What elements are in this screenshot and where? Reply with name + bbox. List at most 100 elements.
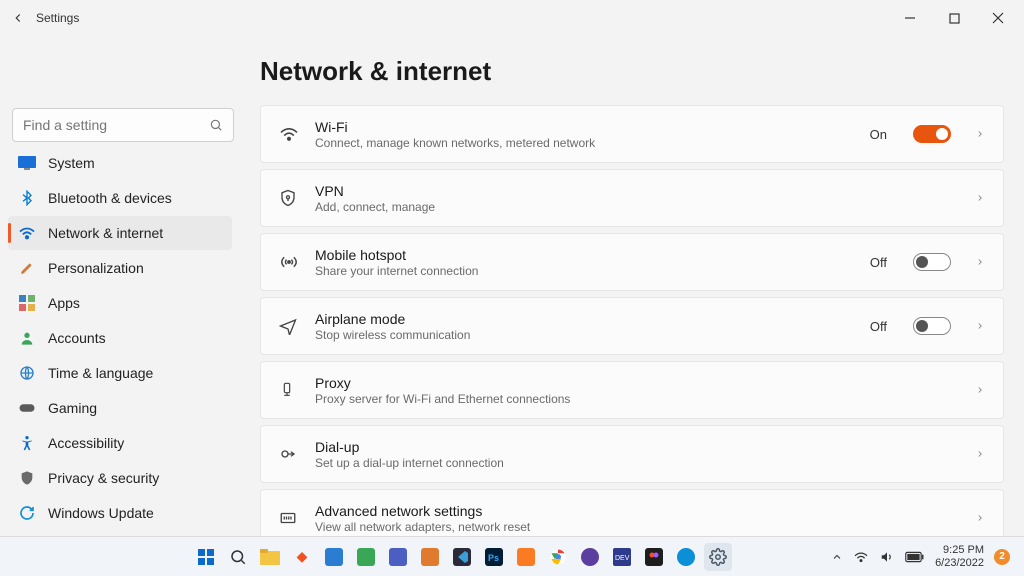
card-subtitle: Add, connect, manage: [315, 200, 957, 214]
card-vpn[interactable]: VPN Add, connect, manage: [260, 169, 1004, 227]
card-title: VPN: [315, 183, 957, 199]
taskbar: ◆ Ps DEV 9:25 PM 6/23/2022 2: [0, 536, 1024, 576]
tray-time: 9:25 PM: [935, 544, 984, 556]
close-button[interactable]: [976, 2, 1020, 34]
search-input[interactable]: [12, 108, 234, 142]
card-subtitle: Stop wireless communication: [315, 328, 852, 342]
gaming-icon: [18, 399, 36, 417]
xampp-icon[interactable]: [512, 543, 540, 571]
app-icon-5[interactable]: [576, 543, 604, 571]
tray-battery-icon[interactable]: [905, 551, 925, 563]
chevron-right-icon: [975, 255, 985, 269]
sidebar-item-label: Accessibility: [48, 435, 124, 451]
sidebar-item-label: Personalization: [48, 260, 144, 276]
proxy-icon: [279, 381, 297, 399]
sidebar-item-gaming[interactable]: Gaming: [8, 391, 232, 425]
app-icon-6[interactable]: [672, 543, 700, 571]
sidebar-item-network[interactable]: Network & internet: [8, 216, 232, 250]
airplane-state-label: Off: [870, 319, 887, 334]
card-wifi[interactable]: Wi-Fi Connect, manage known networks, me…: [260, 105, 1004, 163]
sidebar-item-privacy-security[interactable]: Privacy & security: [8, 461, 232, 495]
vscode-icon[interactable]: [448, 543, 476, 571]
airplane-icon: [279, 317, 297, 335]
hotspot-icon: [279, 254, 297, 270]
card-title: Advanced network settings: [315, 503, 957, 519]
paintbrush-icon: [18, 259, 36, 277]
chevron-right-icon: [975, 127, 985, 141]
minimize-button[interactable]: [888, 2, 932, 34]
sidebar-item-bluetooth[interactable]: Bluetooth & devices: [8, 181, 232, 215]
search-field[interactable]: [23, 117, 209, 133]
chevron-right-icon: [975, 191, 985, 205]
sidebar-item-label: Windows Update: [48, 505, 154, 521]
taskbar-search-icon[interactable]: [224, 543, 252, 571]
dialup-icon: [279, 446, 297, 462]
ethernet-icon: [279, 510, 297, 526]
system-tray[interactable]: 9:25 PM 6/23/2022 2: [831, 544, 1016, 568]
sidebar-item-label: Time & language: [48, 365, 153, 381]
shield-icon: [18, 469, 36, 487]
brave-icon[interactable]: ◆: [288, 543, 316, 571]
maximize-button[interactable]: [932, 2, 976, 34]
tray-chevron-icon[interactable]: [831, 551, 843, 563]
settings-icon[interactable]: [704, 543, 732, 571]
app-icon-2[interactable]: [352, 543, 380, 571]
page-title: Network & internet: [260, 56, 1004, 87]
wifi-toggle[interactable]: [913, 125, 951, 143]
sidebar-item-accounts[interactable]: Accounts: [8, 321, 232, 355]
back-button[interactable]: [4, 4, 32, 32]
app-icon-4[interactable]: [416, 543, 444, 571]
card-subtitle: Share your internet connection: [315, 264, 852, 278]
sidebar-item-label: Gaming: [48, 400, 97, 416]
sidebar-item-label: Accounts: [48, 330, 106, 346]
chevron-right-icon: [975, 447, 985, 461]
chevron-right-icon: [975, 383, 985, 397]
card-airplane[interactable]: Airplane mode Stop wireless communicatio…: [260, 297, 1004, 355]
sidebar-item-time-language[interactable]: Time & language: [8, 356, 232, 390]
system-icon: [18, 154, 36, 172]
sidebar-item-label: System: [48, 155, 95, 171]
card-proxy[interactable]: Proxy Proxy server for Wi-Fi and Etherne…: [260, 361, 1004, 419]
card-advanced-network[interactable]: Advanced network settings View all netwo…: [260, 489, 1004, 536]
photoshop-icon[interactable]: Ps: [480, 543, 508, 571]
notification-badge[interactable]: 2: [994, 549, 1010, 565]
sidebar-item-label: Network & internet: [48, 225, 163, 241]
card-title: Proxy: [315, 375, 957, 391]
card-subtitle: Proxy server for Wi-Fi and Ethernet conn…: [315, 392, 957, 406]
file-explorer-icon[interactable]: [256, 543, 284, 571]
start-button[interactable]: [192, 543, 220, 571]
card-title: Wi-Fi: [315, 119, 852, 135]
card-title: Airplane mode: [315, 311, 852, 327]
main-content: Network & internet Wi-Fi Connect, manage…: [240, 36, 1024, 536]
sidebar-item-label: Bluetooth & devices: [48, 190, 172, 206]
sidebar-item-system[interactable]: System: [8, 146, 232, 180]
tray-clock[interactable]: 9:25 PM 6/23/2022: [935, 544, 984, 568]
tray-wifi-icon[interactable]: [853, 551, 869, 563]
airplane-toggle[interactable]: [913, 317, 951, 335]
svg-text:DEV: DEV: [615, 555, 630, 562]
sidebar-item-apps[interactable]: Apps: [8, 286, 232, 320]
app-icon-1[interactable]: [320, 543, 348, 571]
card-dialup[interactable]: Dial-up Set up a dial-up internet connec…: [260, 425, 1004, 483]
sidebar-item-windows-update[interactable]: Windows Update: [8, 496, 232, 530]
devcpp-icon[interactable]: DEV: [608, 543, 636, 571]
sidebar-item-accessibility[interactable]: Accessibility: [8, 426, 232, 460]
accessibility-icon: [18, 434, 36, 452]
sidebar-item-label: Privacy & security: [48, 470, 159, 486]
card-title: Mobile hotspot: [315, 247, 852, 263]
hotspot-state-label: Off: [870, 255, 887, 270]
chevron-right-icon: [975, 319, 985, 333]
wifi-icon: [279, 126, 297, 142]
figma-icon[interactable]: [640, 543, 668, 571]
hotspot-toggle[interactable]: [913, 253, 951, 271]
sidebar-item-personalization[interactable]: Personalization: [8, 251, 232, 285]
tray-volume-icon[interactable]: [879, 550, 895, 564]
card-hotspot[interactable]: Mobile hotspot Share your internet conne…: [260, 233, 1004, 291]
wifi-state-label: On: [870, 127, 887, 142]
chrome-icon[interactable]: [544, 543, 572, 571]
window-title: Settings: [36, 11, 79, 25]
sidebar-item-label: Apps: [48, 295, 80, 311]
wifi-icon: [18, 224, 36, 242]
sidebar: System Bluetooth & devices Network & int…: [0, 36, 240, 536]
app-icon-3[interactable]: [384, 543, 412, 571]
